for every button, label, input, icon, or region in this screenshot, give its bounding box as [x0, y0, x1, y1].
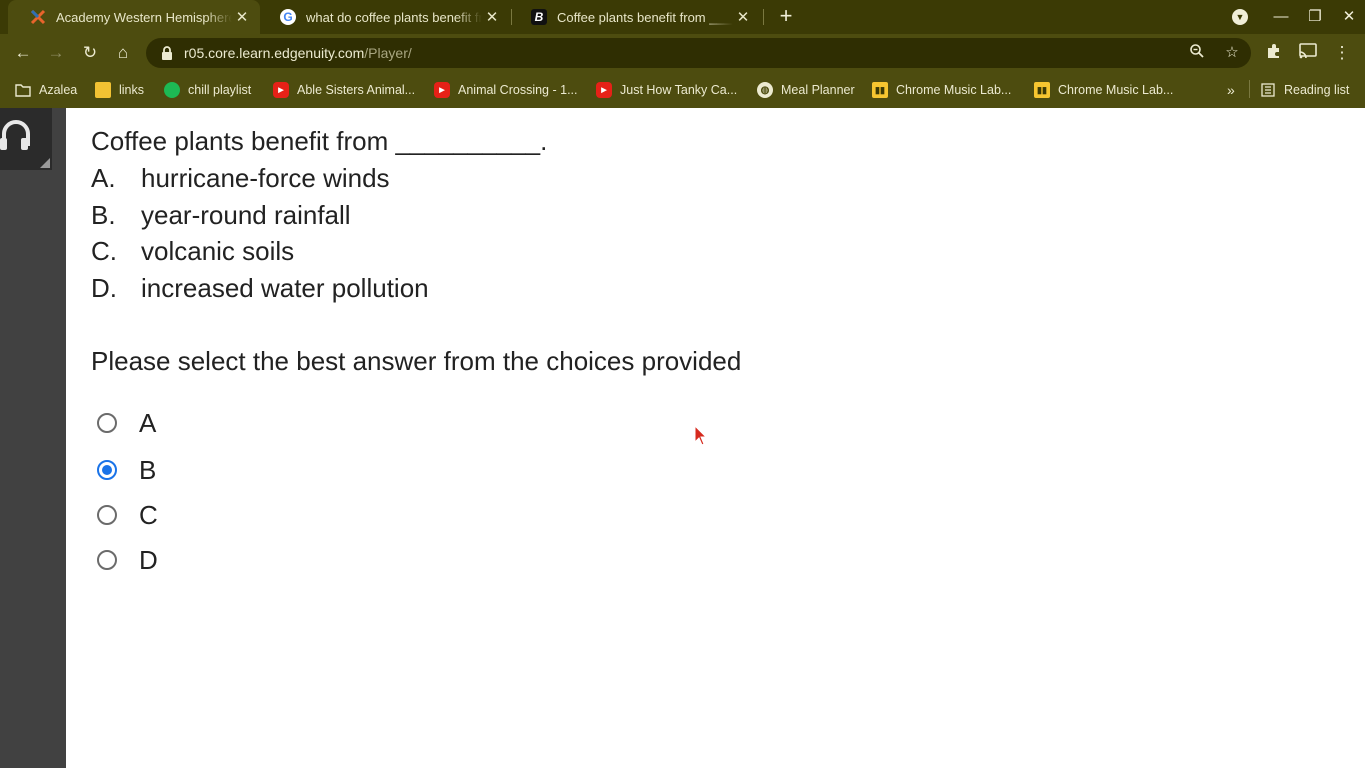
- reload-icon[interactable]: ↻: [79, 42, 101, 64]
- radio-button-c[interactable]: [97, 505, 117, 525]
- zoom-icon[interactable]: [1187, 43, 1207, 63]
- choice-b: B. year-round rainfall: [91, 200, 351, 230]
- lock-icon: [162, 46, 172, 60]
- bookmark-azalea[interactable]: Azalea: [15, 81, 77, 99]
- player-sidebar: [0, 108, 66, 768]
- restore-icon[interactable]: ❐: [1304, 6, 1326, 28]
- question-text: Coffee plants benefit from __________.: [91, 126, 548, 156]
- bookmark-divider: [1249, 80, 1250, 98]
- minimize-icon[interactable]: —: [1270, 6, 1292, 28]
- brainly-b-icon: B: [531, 9, 547, 25]
- bookmark-animal-crossing[interactable]: ▶ Animal Crossing - 1...: [434, 81, 577, 99]
- url-text: r05.core.learn.edgenuity.com/Player/: [184, 45, 412, 61]
- new-tab-button[interactable]: +: [774, 4, 798, 28]
- bookmark-star-icon[interactable]: ☆: [1222, 43, 1242, 63]
- headphones-icon: [0, 120, 30, 150]
- youtube-icon: ▶: [273, 82, 289, 98]
- folder-icon: [95, 82, 111, 98]
- tab-divider: [763, 9, 764, 25]
- bookmarks-bar: Azalea links chill playlist ▶ Able Siste…: [0, 72, 1365, 108]
- bookmark-just-how-tanky[interactable]: ▶ Just How Tanky Ca...: [596, 81, 737, 99]
- close-tab-icon[interactable]: ✕: [482, 8, 502, 26]
- tab-google-search[interactable]: G what do coffee plants benefit from ✕: [258, 0, 510, 34]
- bookmark-able-sisters[interactable]: ▶ Able Sisters Animal...: [273, 81, 415, 99]
- bookmark-chrome-music-lab-1[interactable]: ▮▮ Chrome Music Lab...: [872, 81, 1011, 99]
- answer-option-b[interactable]: B: [97, 455, 156, 485]
- bookmark-links[interactable]: links: [95, 81, 144, 99]
- folder-icon: [15, 82, 31, 98]
- choice-d: D. increased water pollution: [91, 273, 429, 303]
- answer-option-c[interactable]: C: [97, 500, 158, 530]
- close-window-icon[interactable]: ✕: [1338, 6, 1360, 28]
- answer-option-a[interactable]: A: [97, 408, 156, 438]
- google-g-icon: G: [280, 9, 296, 25]
- answer-prompt: Please select the best answer from the c…: [91, 346, 742, 376]
- globe-icon: ◍: [757, 82, 773, 98]
- back-arrow-icon[interactable]: ←: [12, 42, 34, 64]
- spotify-icon: [164, 82, 180, 98]
- mouse-cursor-icon: [694, 425, 708, 446]
- edgenuity-x-icon: [30, 9, 46, 25]
- reading-list-icon: [1260, 82, 1276, 98]
- radio-button-b[interactable]: [97, 460, 117, 480]
- reading-list-button[interactable]: Reading list: [1260, 81, 1349, 99]
- forward-arrow-icon[interactable]: →: [45, 42, 67, 64]
- home-icon[interactable]: ⌂: [112, 42, 134, 64]
- bookmark-meal-planner[interactable]: ◍ Meal Planner: [757, 81, 855, 99]
- audio-button[interactable]: [0, 108, 52, 170]
- choice-c: C. volcanic soils: [91, 236, 295, 266]
- tab-brainly[interactable]: B Coffee plants benefit from ______ ✕: [509, 0, 761, 34]
- radio-button-d[interactable]: [97, 550, 117, 570]
- close-tab-icon[interactable]: ✕: [733, 8, 753, 26]
- toolbar: ← → ↻ ⌂ r05.core.learn.edgenuity.com/Pla…: [0, 34, 1365, 72]
- choice-a: A. hurricane-force winds: [91, 163, 390, 193]
- cast-icon[interactable]: [1297, 42, 1319, 64]
- tab-strip: Academy Western Hemisphere 6 ✕ G what do…: [0, 0, 1365, 34]
- tab-academy[interactable]: Academy Western Hemisphere 6 ✕: [8, 0, 260, 34]
- answer-option-d[interactable]: D: [97, 545, 158, 575]
- bookmark-chill-playlist[interactable]: chill playlist: [164, 81, 251, 99]
- expand-corner-icon: [40, 158, 50, 168]
- youtube-icon: ▶: [434, 82, 450, 98]
- bookmark-chrome-music-lab-2[interactable]: ▮▮ Chrome Music Lab...: [1034, 81, 1173, 99]
- tab-search-icon[interactable]: ▼: [1232, 9, 1248, 25]
- menu-kebab-icon[interactable]: ⋮: [1331, 42, 1353, 64]
- extensions-puzzle-icon[interactable]: [1263, 42, 1285, 64]
- radio-button-a[interactable]: [97, 413, 117, 433]
- youtube-icon: ▶: [596, 82, 612, 98]
- music-lab-icon: ▮▮: [1034, 82, 1050, 98]
- address-bar[interactable]: r05.core.learn.edgenuity.com/Player/ ☆: [146, 38, 1251, 68]
- bookmarks-overflow-button[interactable]: »: [1227, 81, 1235, 99]
- music-lab-icon: ▮▮: [872, 82, 888, 98]
- close-tab-icon[interactable]: ✕: [232, 8, 252, 26]
